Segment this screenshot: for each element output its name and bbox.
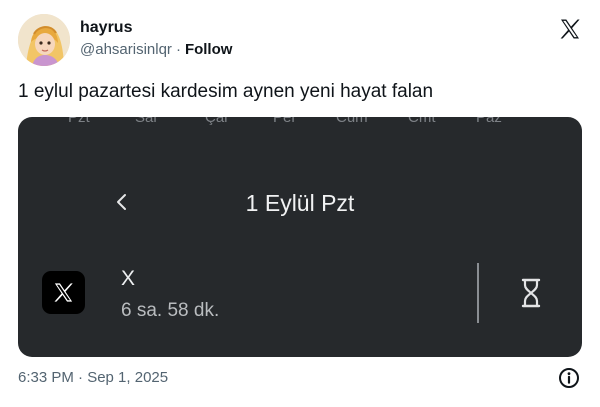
- tweet-timestamp[interactable]: 6:33 PM · Sep 1, 2025: [18, 368, 168, 388]
- app-name: X: [121, 267, 136, 290]
- weekday-label: Cum: [336, 117, 368, 126]
- app-icon[interactable]: [42, 271, 85, 314]
- avatar[interactable]: [18, 14, 70, 66]
- weekday-label: Paz: [476, 117, 502, 126]
- handle-row: @ahsarisinlqr · Follow: [80, 39, 232, 61]
- display-name[interactable]: hayrus: [80, 18, 232, 38]
- screenshot-media[interactable]: Pzt Sal Çar Per Cum Cmt Paz 1 Eylül Pzt …: [18, 117, 582, 357]
- info-icon[interactable]: [558, 367, 580, 389]
- divider: [477, 263, 479, 323]
- tweet-header: hayrus @ahsarisinlqr · Follow: [18, 14, 582, 66]
- x-logo-icon: [54, 283, 73, 302]
- x-logo-icon[interactable]: [558, 17, 582, 41]
- separator-dot: ·: [175, 41, 181, 58]
- tweet-text: 1 eylul pazartesi kardesim aynen yeni ha…: [18, 81, 434, 102]
- weekday-label: Sal: [135, 117, 157, 126]
- follow-button[interactable]: Follow: [185, 41, 233, 58]
- avatar-illustration: [18, 14, 70, 66]
- user-handle[interactable]: @ahsarisinlqr: [80, 41, 172, 58]
- weekday-label: Cmt: [408, 117, 436, 126]
- weekday-row: Pzt Sal Çar Per Cum Cmt Paz: [18, 117, 582, 126]
- weekday-label: Pzt: [68, 117, 90, 126]
- weekday-label: Per: [273, 117, 297, 126]
- usage-time: 6 sa. 58 dk.: [121, 300, 220, 321]
- weekday-label: Çar: [205, 117, 230, 126]
- hourglass-icon[interactable]: [520, 277, 542, 309]
- date-title: 1 Eylül Pzt: [245, 190, 355, 216]
